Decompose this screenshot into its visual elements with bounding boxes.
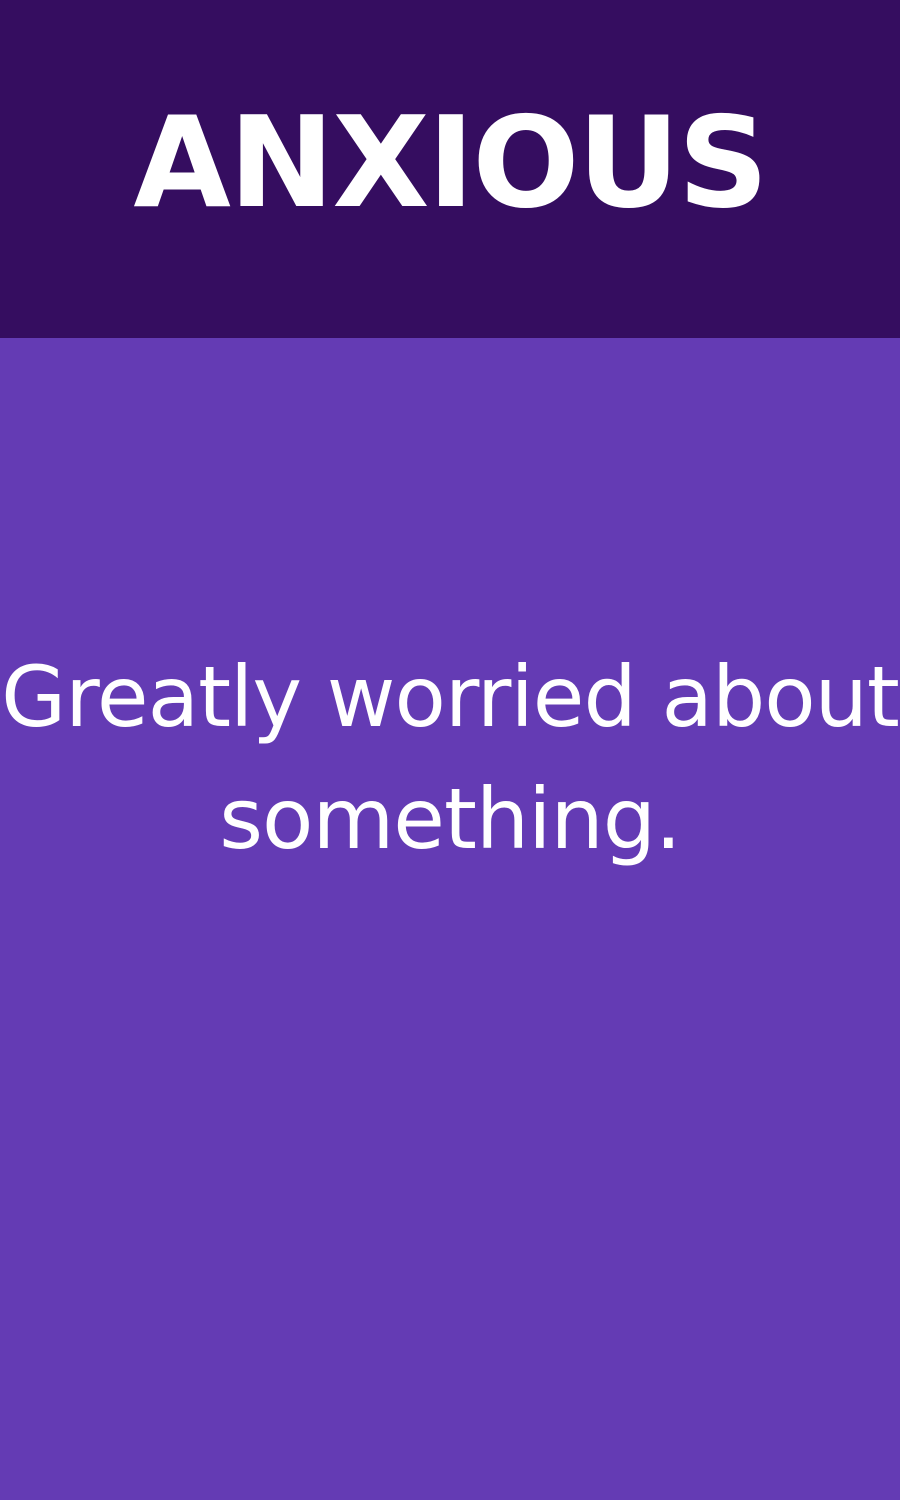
- definition-line: Greatly worried about: [1, 648, 900, 746]
- definition-line: something.: [219, 770, 681, 868]
- definition-panel: Greatly worried about something.: [0, 338, 900, 1500]
- word-header: ANXIOUS: [0, 0, 900, 338]
- vocabulary-word: ANXIOUS: [133, 89, 768, 236]
- word-definition: Greatly worried about something.: [0, 636, 900, 880]
- vocabulary-card: ANXIOUS Greatly worried about something.: [0, 0, 900, 1500]
